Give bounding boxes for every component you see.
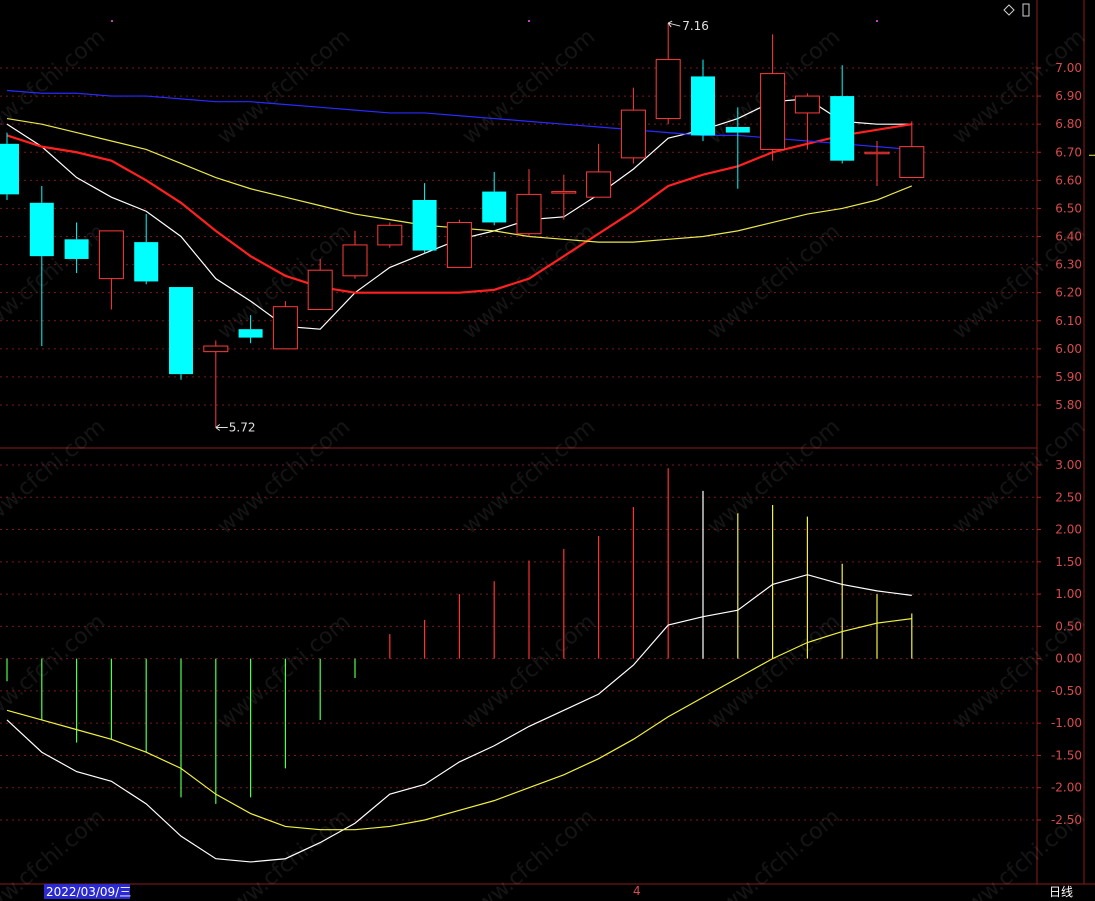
watermark-text: www.cfchi.com bbox=[703, 609, 845, 734]
macd-tick-label: 1.00 bbox=[1055, 587, 1082, 601]
watermark-text: www.cfchi.com bbox=[0, 219, 110, 344]
watermark-text: www.cfchi.com bbox=[213, 609, 355, 734]
top-marker bbox=[528, 20, 530, 22]
high-arrow-icon bbox=[667, 20, 681, 28]
macd-tick-label: 3.00 bbox=[1055, 458, 1082, 472]
low-arrow-icon bbox=[215, 424, 228, 431]
macd-tick-label: -1.00 bbox=[1051, 716, 1082, 730]
candlestick bbox=[0, 132, 19, 200]
candlestick bbox=[516, 169, 542, 237]
watermark-text: www.cfchi.com bbox=[458, 414, 600, 539]
candlestick bbox=[830, 65, 855, 164]
price-tick-label: 6.00 bbox=[1055, 342, 1082, 356]
watermark-text: www.cfchi.com bbox=[213, 804, 355, 901]
price-tick-label: 6.80 bbox=[1055, 117, 1082, 131]
macd-tick-label: 1.50 bbox=[1055, 555, 1082, 569]
macd-tick-label: 2.00 bbox=[1055, 523, 1082, 537]
watermark-text: www.cfchi.com bbox=[458, 804, 600, 901]
candlestick bbox=[377, 222, 403, 248]
price-tick-label: 5.80 bbox=[1055, 398, 1082, 412]
watermark-text: www.cfchi.com bbox=[213, 24, 355, 149]
macd-tick-label: -2.50 bbox=[1051, 813, 1082, 827]
candlestick bbox=[203, 340, 229, 428]
top-marker bbox=[111, 20, 113, 22]
candlestick bbox=[272, 301, 298, 350]
macd-gridlines bbox=[0, 464, 1037, 821]
candlestick bbox=[760, 34, 786, 161]
diamond-icon[interactable] bbox=[1003, 4, 1015, 16]
candlestick bbox=[412, 183, 437, 254]
cursor-date-label: 2022/03/09/三 bbox=[46, 885, 131, 899]
candlestick bbox=[98, 230, 124, 310]
stock-chart: www.cfchi.com www.cfchi.com www.cfchi.com w… bbox=[0, 0, 1095, 901]
watermark-text: www.cfchi.com bbox=[458, 219, 600, 344]
watermark-text: www.cfchi.com bbox=[0, 609, 110, 734]
price-tick-label: 6.20 bbox=[1055, 286, 1082, 300]
price-tick-label: 6.70 bbox=[1055, 145, 1082, 159]
macd-tick-label: -1.50 bbox=[1051, 748, 1082, 762]
high-price-label: 7.16 bbox=[682, 19, 709, 33]
watermark-text: www.cfchi.com bbox=[703, 804, 845, 901]
top-marker bbox=[876, 20, 878, 22]
candlestick bbox=[899, 121, 925, 179]
price-axis: 5.80 5.90 6.00 6.10 6.20 6.30 6.40 6.50 6.60 6.70… bbox=[1037, 61, 1082, 412]
watermark-text: www.cfchi.com bbox=[458, 24, 600, 149]
month-marker: 4 bbox=[633, 884, 641, 898]
scroll-handle-icon[interactable] bbox=[1022, 3, 1030, 17]
candlestick bbox=[134, 214, 159, 285]
candlestick bbox=[482, 171, 507, 226]
macd-tick-label: 0.00 bbox=[1055, 652, 1082, 666]
watermark-text: www.cfchi.com bbox=[703, 219, 845, 344]
candlestick bbox=[620, 87, 646, 164]
low-price-label: 5.72 bbox=[229, 420, 256, 434]
price-tick-label: 6.10 bbox=[1055, 314, 1082, 328]
watermark-text: www.cfchi.com bbox=[948, 414, 1090, 539]
price-gridlines bbox=[0, 67, 1037, 406]
price-tick-label: 6.30 bbox=[1055, 258, 1082, 272]
candlestick bbox=[446, 219, 472, 268]
candlestick bbox=[169, 287, 193, 380]
candlestick bbox=[551, 174, 577, 220]
price-tick-label: 6.60 bbox=[1055, 173, 1082, 187]
price-tick-label: 7.00 bbox=[1055, 61, 1082, 75]
watermark-text: www.cfchi.com bbox=[703, 414, 845, 539]
macd-tick-label: -0.50 bbox=[1051, 684, 1082, 698]
period-label[interactable]: 日线 bbox=[1049, 885, 1073, 899]
price-tick-label: 6.90 bbox=[1055, 89, 1082, 103]
watermark-text: www.cfchi.com bbox=[0, 414, 110, 539]
macd-tick-label: -2.00 bbox=[1051, 781, 1082, 795]
macd-tick-label: 2.50 bbox=[1055, 490, 1082, 504]
candlestick bbox=[691, 59, 715, 142]
macd-tick-label: 0.50 bbox=[1055, 619, 1082, 633]
price-tick-label: 5.90 bbox=[1055, 370, 1082, 384]
candlestick bbox=[655, 23, 681, 125]
price-tick-label: 6.50 bbox=[1055, 201, 1082, 215]
price-tick-label: 6.40 bbox=[1055, 230, 1082, 244]
